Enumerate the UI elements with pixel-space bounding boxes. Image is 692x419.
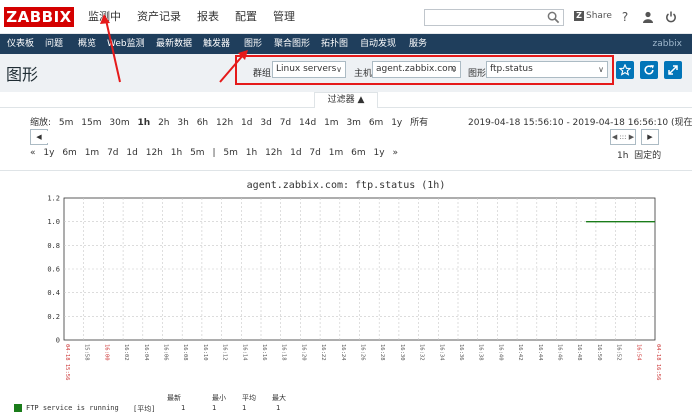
annotation-arrows	[100, 14, 248, 83]
arrow-to-monitoring	[105, 19, 121, 83]
arrow-head-monitoring	[100, 14, 110, 24]
arrow-to-graphs	[219, 53, 245, 83]
